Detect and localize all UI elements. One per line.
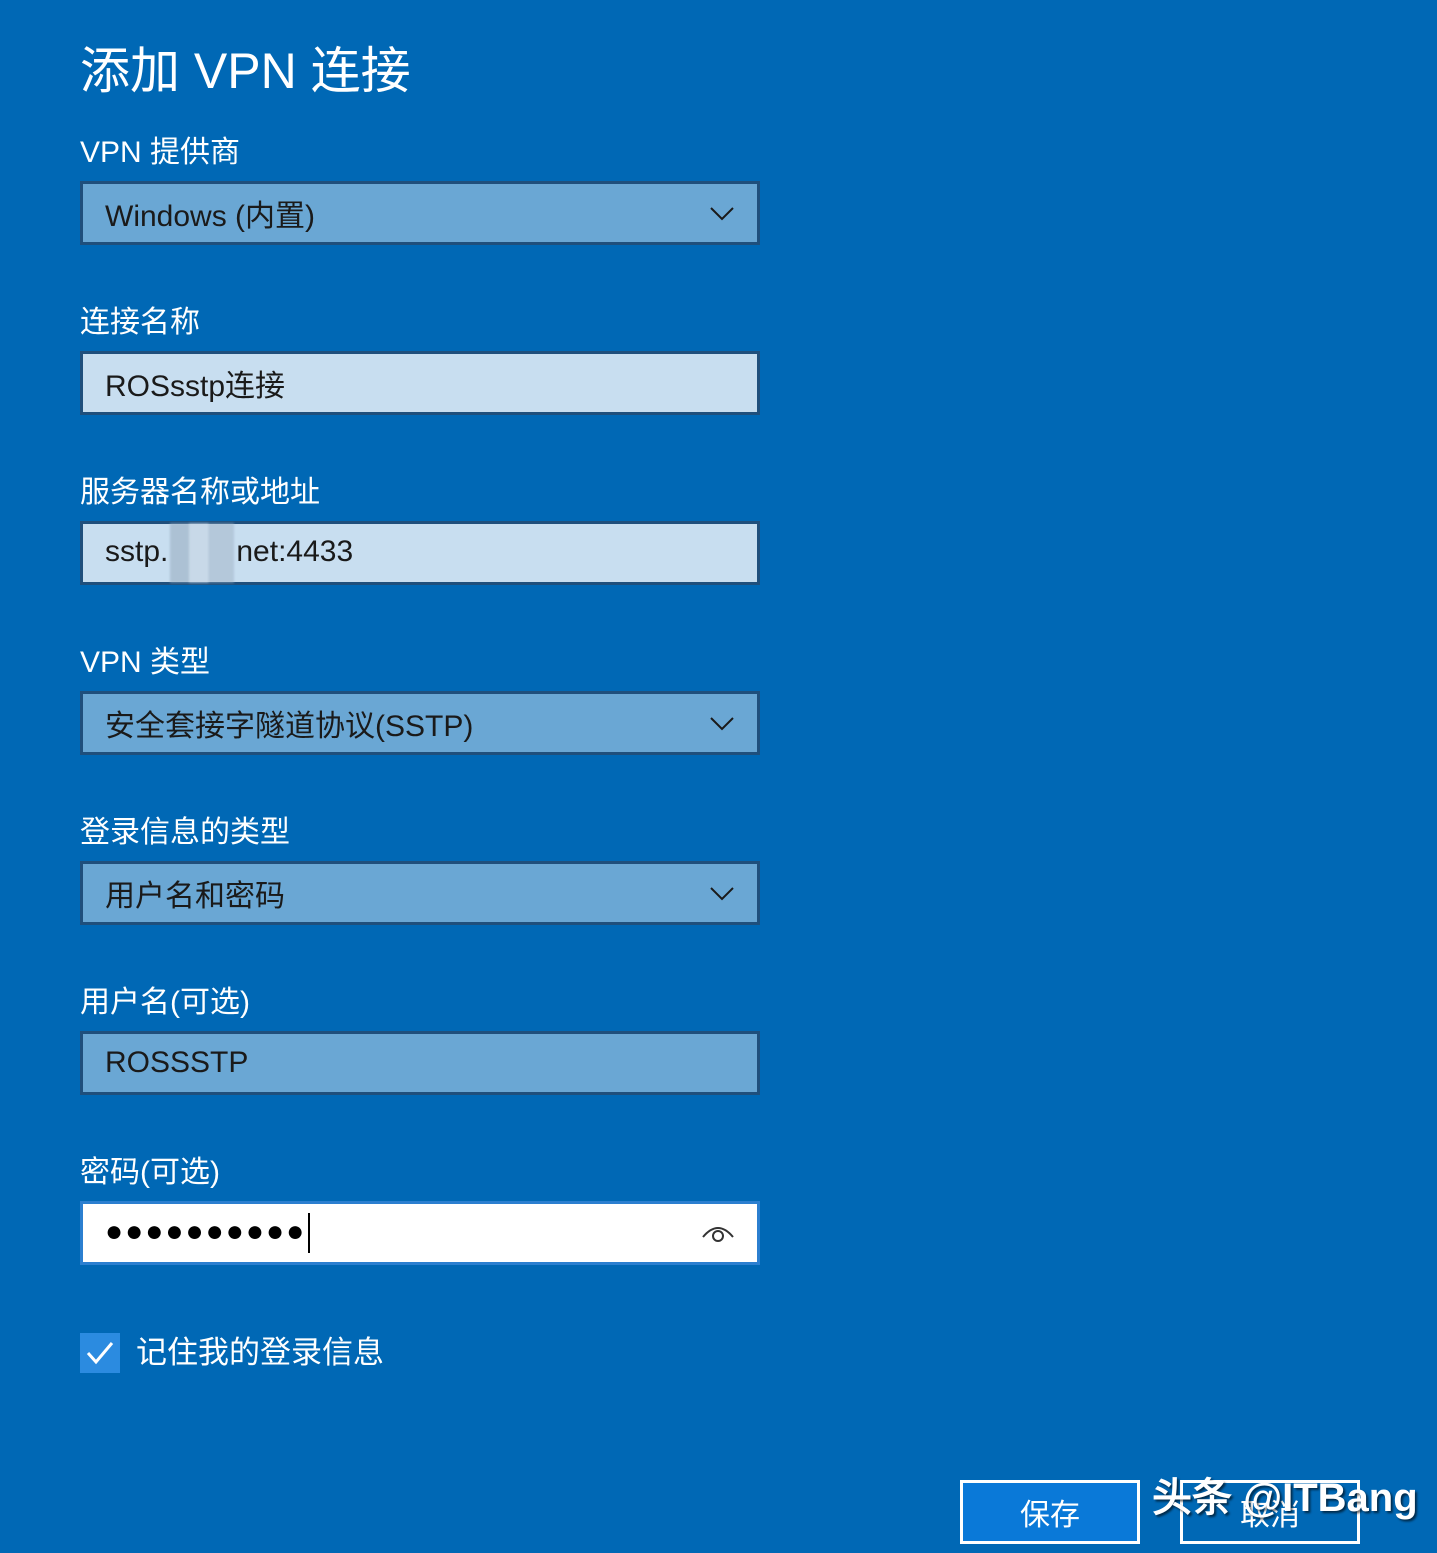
sign-in-type-label: 登录信息的类型 [80,816,290,849]
server-value-prefix: sstp. [105,534,169,568]
remember-checkbox[interactable] [80,1333,120,1373]
checkmark-icon [86,1342,114,1365]
chevron-down-icon [710,717,734,731]
username-value: ROSSSTP [105,1046,249,1079]
chevron-down-icon [710,887,734,901]
provider-dropdown[interactable]: Windows (内置) [80,181,760,245]
sign-in-type-value: 用户名和密码 [105,880,285,913]
page-title: 添加 VPN 连接 [80,43,411,99]
remember-label: 记住我的登录信息 [136,1335,384,1370]
vpn-type-dropdown[interactable]: 安全套接字隧道协议(SSTP) [80,691,760,755]
password-label: 密码(可选) [80,1156,220,1189]
vpn-type-label: VPN 类型 [80,646,211,679]
text-caret [308,1213,311,1253]
chevron-down-icon [710,207,734,221]
password-input[interactable]: ●●●●●●●●●● [80,1201,760,1265]
provider-value: Windows (内置) [105,200,316,233]
username-label: 用户名(可选) [80,986,250,1019]
sign-in-type-dropdown[interactable]: 用户名和密码 [80,861,760,925]
server-value-suffix: net:4433 [236,534,354,568]
connection-name-input[interactable]: ROSsstp连接 [80,351,760,415]
password-dots: ●●●●●●●●●● [105,1214,307,1248]
redaction-mask [170,523,235,583]
watermark: 头条 @ITBang [1152,1476,1418,1520]
save-button[interactable]: 保存 [960,1480,1140,1544]
server-label: 服务器名称或地址 [80,476,320,509]
server-address-input[interactable]: sstp. net:4433 [80,521,760,585]
eye-icon[interactable] [701,1221,735,1245]
connection-name-value: ROSsstp连接 [105,370,286,403]
vpn-type-value: 安全套接字隧道协议(SSTP) [105,710,474,743]
provider-label: VPN 提供商 [80,136,241,169]
username-input[interactable]: ROSSSTP [80,1031,760,1095]
connection-name-label: 连接名称 [80,306,200,339]
